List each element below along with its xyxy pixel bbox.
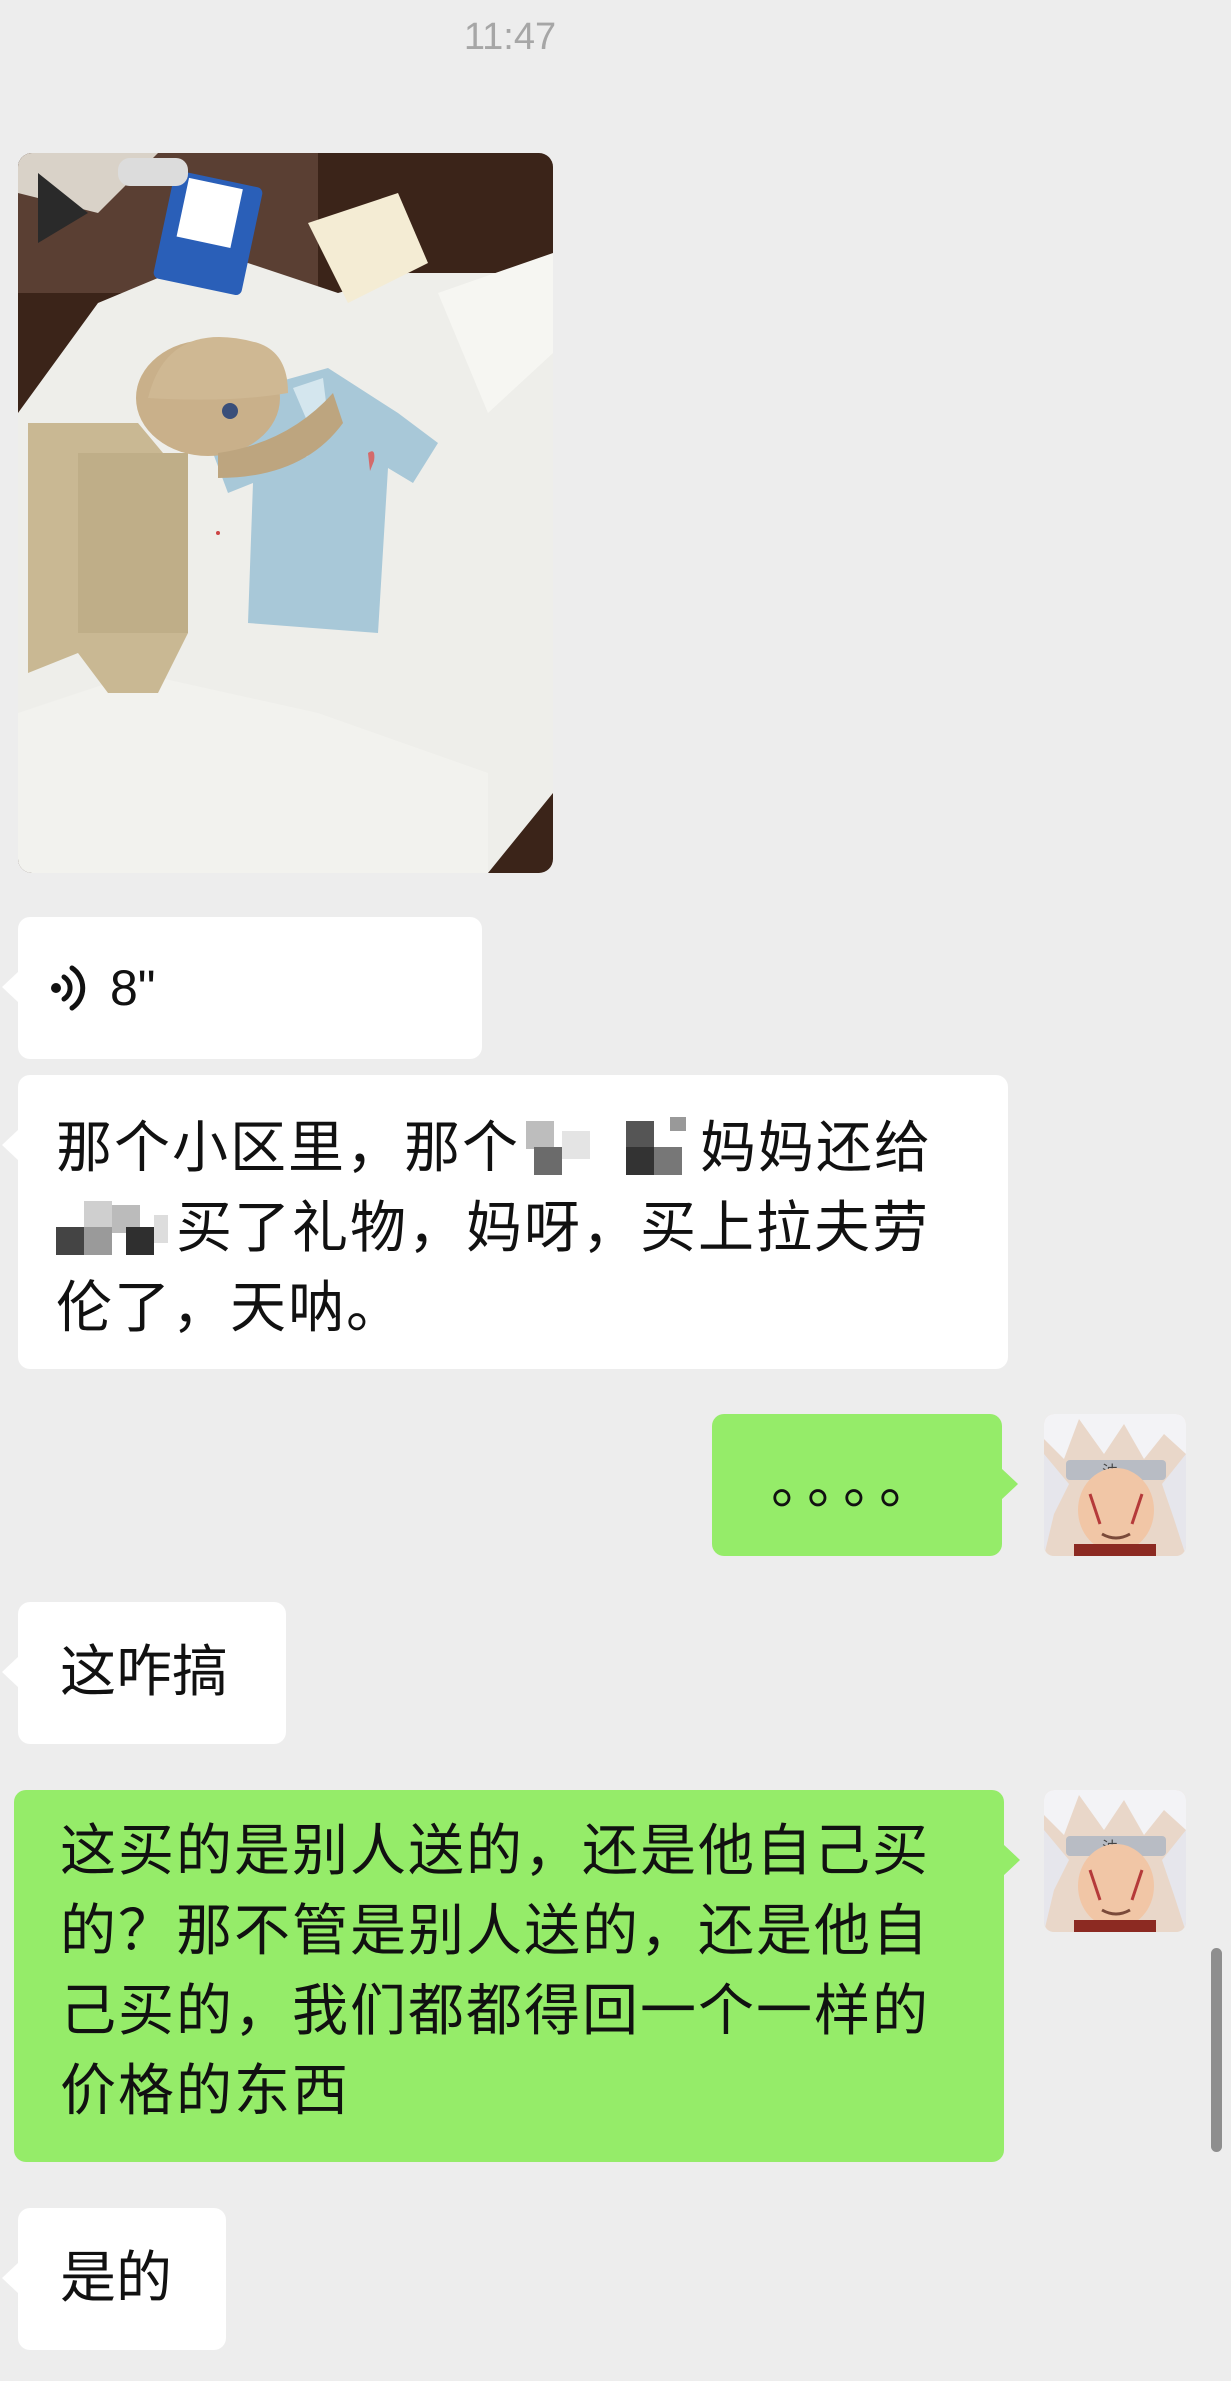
message-line: 伦了，天呐。 — [56, 1276, 404, 1341]
message-text: 那个小区里，那个 — [56, 1116, 520, 1181]
voice-duration: 8" — [110, 960, 156, 1016]
incoming-message-1[interactable]: 那个小区里，那个 妈妈还给 买了礼物，妈呀，买上拉夫劳 伦了，天呐。 — [2, 1075, 1008, 1369]
message-line: 买了礼物，妈呀，买上拉夫劳 — [56, 1189, 968, 1269]
outgoing-message-dots[interactable]: 。。。。 — [712, 1414, 1018, 1556]
outgoing-message-long[interactable]: 这买的是别人送的，还是他自己买 的？那不管是别人送的，还是他自 己买的，我们都都… — [14, 1790, 1020, 2162]
incoming-message-3[interactable]: 是的 — [2, 2208, 226, 2350]
message-line: 价格的东西 — [60, 2059, 350, 2124]
avatar-icon: 油 — [1044, 1790, 1186, 1932]
voice-wave-icon — [51, 965, 86, 1011]
message-line: 那个小区里，那个 妈妈还给 — [56, 1109, 968, 1189]
scrollbar[interactable] — [1211, 1948, 1222, 2152]
incoming-message-2[interactable]: 这咋搞 — [2, 1602, 286, 1744]
message-text: 妈妈还给 — [700, 1116, 932, 1181]
message-timestamp: 11:47 — [463, 16, 557, 58]
my-avatar[interactable]: 油 — [1044, 1790, 1186, 1932]
message-text: 买了礼物，妈呀，买上拉夫劳 — [176, 1196, 930, 1261]
voice-message[interactable]: 8" — [2, 917, 482, 1059]
photo-clothes-gift — [18, 153, 553, 873]
message-line: 的？那不管是别人送的，还是他自 — [60, 1899, 930, 1964]
message-line: 这买的是别人送的，还是他自己买 — [60, 1819, 930, 1884]
censored-name-mosaic — [520, 1117, 700, 1175]
censored-name-mosaic — [56, 1197, 176, 1255]
message-line: 己买的，我们都都得回一个一样的 — [60, 1979, 930, 2044]
received-photo[interactable] — [18, 153, 553, 873]
avatar-icon: 油 — [1044, 1414, 1186, 1556]
my-avatar[interactable]: 油 — [1044, 1414, 1186, 1556]
